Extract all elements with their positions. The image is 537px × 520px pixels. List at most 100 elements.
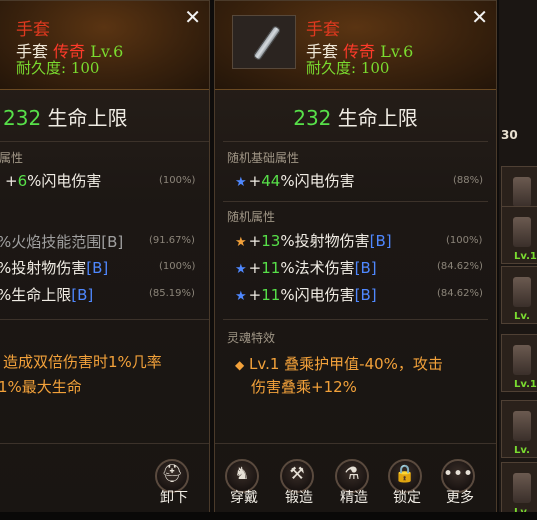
attr-percent: (84.62%) (437, 288, 483, 299)
slot-level: Lv. (514, 311, 530, 322)
gun-icon (513, 345, 531, 375)
durability-value: 100 (70, 59, 100, 77)
equip-button[interactable]: ♞ 穿戴 (217, 457, 271, 517)
attr-tag: [B] (86, 259, 109, 277)
base-attr-row: +6%闪电伤害 (5, 170, 101, 191)
inventory-strip: 30 Lv.1 Lv. Lv.1 Lv. Lv. (499, 0, 537, 520)
main-stat-value: 232 (293, 106, 332, 130)
star-icon: ★ (235, 262, 247, 277)
inventory-slot[interactable]: Lv. (501, 400, 537, 458)
inventory-slot[interactable]: Lv. (501, 266, 537, 324)
item-slot (232, 15, 296, 69)
rand-attr-row: ★ +11%法术伤害[B] (235, 257, 377, 278)
durability-label: 耐久度: (306, 59, 357, 77)
divider (0, 141, 209, 142)
left-item-panel: ✕ 手套 手套 传奇 Lv.6 耐久度: 100 232 生命上限 属性 +6%… (0, 0, 210, 520)
lock-button[interactable]: 🔒 锁定 (380, 457, 434, 517)
attr-value: 11 (261, 259, 281, 277)
left-item-header: ✕ 手套 手套 传奇 Lv.6 耐久度: 100 (0, 1, 209, 90)
rand-attr-row: ★ +13%投射物伤害[B] (235, 230, 392, 251)
slot-level: Lv.1 (514, 251, 537, 262)
attr-value: 6 (17, 172, 28, 190)
durability-label: 耐久度: (16, 59, 67, 77)
attr-percent: (100%) (159, 261, 196, 272)
item-icon (513, 473, 531, 503)
soul-effect-line: 1%最大生命 (0, 378, 82, 396)
plus-sign: + (248, 232, 262, 250)
rand-attr-row: %火焰技能范围[B] (0, 231, 123, 252)
item-name: 手套 (306, 20, 340, 40)
durability: 耐久度: 100 (306, 57, 389, 78)
divider (223, 141, 488, 142)
attr-label: %火焰技能范围 (0, 233, 102, 251)
attr-percent: (84.62%) (437, 261, 483, 272)
soul-effect-text: Lv.1 叠乘护甲值-40%，攻击 (249, 355, 443, 373)
button-label: 卸下 (160, 490, 188, 506)
attr-percent: (91.67%) (149, 235, 195, 246)
divider (223, 201, 488, 202)
more-button[interactable]: ••• 更多 (433, 457, 487, 517)
plus-sign: + (248, 172, 262, 190)
attr-label: %闪电伤害 (27, 172, 102, 190)
attr-tag: [B] (354, 259, 377, 277)
right-item-panel: ✕ 手套 手套 传奇 Lv.6 耐久度: 100 232 生命上限 随机基础属性… (214, 0, 497, 520)
button-label: 更多 (446, 490, 474, 506)
gauntlet-icon (252, 25, 282, 61)
attr-label: %生命上限 (0, 286, 72, 304)
attr-percent: (88%) (453, 175, 484, 186)
durability-value: 100 (360, 59, 390, 77)
attr-percent: (85.19%) (149, 288, 195, 299)
rand-attr-row: %投射物伤害[B] (0, 257, 108, 278)
gauntlet-icon (513, 217, 531, 247)
boots-icon (513, 277, 531, 307)
attr-label: %投射物伤害 (0, 259, 87, 277)
main-stat: 232 生命上限 (215, 102, 496, 131)
armor-icon (513, 177, 531, 207)
slot-level: Lv.1 (514, 379, 537, 390)
soul-effect-line: ◆ Lv.1 叠乘护甲值-40%，攻击 (235, 353, 443, 374)
divider (223, 319, 488, 320)
divider (0, 443, 209, 444)
star-icon: ★ (235, 235, 247, 250)
attr-label: %投射物伤害 (280, 232, 370, 250)
unequip-button[interactable]: ⛑ 卸下 (147, 457, 201, 517)
inventory-slot[interactable]: Lv.1 (501, 334, 537, 392)
attr-value: 11 (261, 286, 281, 304)
bottom-bar (0, 512, 537, 520)
divider (215, 443, 496, 444)
close-icon[interactable]: ✕ (184, 5, 201, 29)
attr-percent: (100%) (446, 235, 483, 246)
main-stat-label: 生命上限 (47, 106, 128, 130)
inventory-slot[interactable]: Lv.1 (501, 206, 537, 264)
attr-tag: [B] (369, 232, 392, 250)
rand-attr-row: %生命上限[B] (0, 284, 93, 305)
section-base-attrs: 随机基础属性 (227, 151, 300, 165)
section-base-attrs: 属性 (0, 151, 24, 165)
section-soul-effect: 灵魂特效 (227, 331, 276, 345)
section-random-attrs: 随机属性 (227, 210, 276, 224)
soul-effect-line: 伤害叠乘+12% (251, 378, 357, 396)
bullet-icon: ◆ (235, 358, 245, 372)
refine-button[interactable]: ⚗ 精造 (327, 457, 381, 517)
divider (0, 319, 209, 320)
button-label: 穿戴 (230, 490, 258, 506)
button-label: 精造 (340, 490, 368, 506)
slot-level: Lv. (514, 445, 530, 456)
plus-sign: + (5, 172, 18, 190)
plus-sign: + (248, 259, 262, 277)
attr-tag: [B] (101, 233, 124, 251)
button-label: 锁定 (393, 490, 421, 506)
attr-label: %闪电伤害 (280, 286, 355, 304)
star-icon: ★ (235, 289, 247, 304)
durability: 耐久度: 100 (16, 57, 99, 78)
close-icon[interactable]: ✕ (471, 5, 488, 29)
plus-sign: + (248, 286, 262, 304)
forge-button[interactable]: ⚒ 锻造 (272, 457, 326, 517)
attr-value: 13 (261, 232, 281, 250)
main-stat: 232 生命上限 (3, 102, 209, 131)
item-name: 手套 (16, 20, 50, 40)
attr-tag: [B] (71, 286, 94, 304)
boots-icon (513, 411, 531, 441)
right-item-header: ✕ 手套 手套 传奇 Lv.6 耐久度: 100 (215, 1, 496, 90)
main-stat-label: 生命上限 (337, 106, 418, 130)
